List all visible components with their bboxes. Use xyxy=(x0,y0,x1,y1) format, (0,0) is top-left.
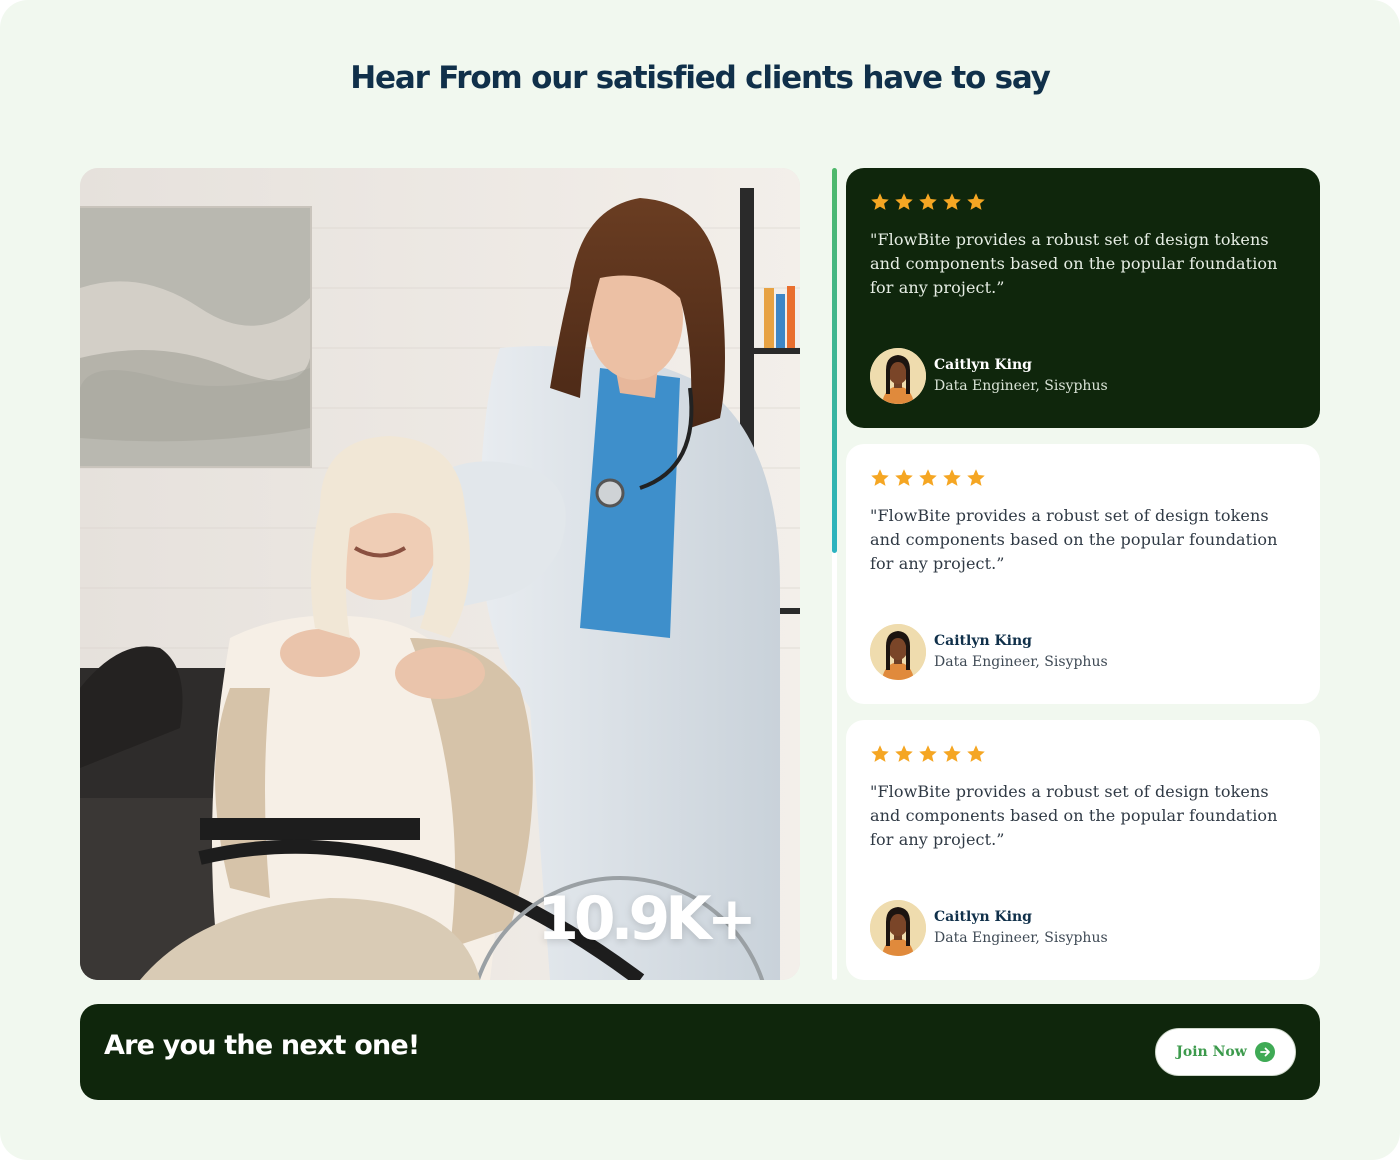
author-name: Caitlyn King xyxy=(934,357,1032,373)
arrow-right-circle-icon xyxy=(1254,1042,1275,1062)
testimonial-author: Caitlyn King Data Engineer, Sisyphus xyxy=(870,900,1108,956)
star-icon xyxy=(967,745,985,762)
star-icon xyxy=(871,745,889,762)
star-icon xyxy=(919,193,937,210)
avatar xyxy=(870,624,926,680)
cta-banner: Are you the next one! Join Now xyxy=(80,1004,1320,1100)
join-now-button[interactable]: Join Now xyxy=(1155,1028,1296,1076)
star-icon xyxy=(895,745,913,762)
caregiver-with-elderly-patient-photo xyxy=(80,168,800,980)
join-now-label: Join Now xyxy=(1176,1044,1247,1060)
author-name: Caitlyn King xyxy=(934,909,1032,925)
avatar xyxy=(870,900,926,956)
star-icon xyxy=(919,745,937,762)
clients-count-stat: 10.9K+ xyxy=(537,884,757,954)
avatar-photo-icon xyxy=(870,348,926,404)
star-icon xyxy=(895,193,913,210)
star-icon xyxy=(871,469,889,486)
star-icon xyxy=(895,469,913,486)
star-rating xyxy=(870,742,1296,766)
avatar-photo-icon xyxy=(870,900,926,956)
hero-photo: 10.9K+ xyxy=(80,168,800,980)
star-icon xyxy=(943,469,961,486)
star-rating xyxy=(870,466,1296,490)
testimonial-card: "FlowBite provides a robust set of desig… xyxy=(846,444,1320,704)
scrollbar-thumb[interactable] xyxy=(832,168,837,553)
testimonial-quote: "FlowBite provides a robust set of desig… xyxy=(870,506,1278,573)
testimonial-quote: "FlowBite provides a robust set of desig… xyxy=(870,782,1278,849)
star-icon xyxy=(967,469,985,486)
author-role: Data Engineer, Sisyphus xyxy=(934,378,1108,394)
star-icon xyxy=(943,745,961,762)
star-icon xyxy=(967,193,985,210)
cta-heading: Are you the next one! xyxy=(104,1030,420,1061)
testimonial-card: "FlowBite provides a robust set of desig… xyxy=(846,720,1320,980)
author-role: Data Engineer, Sisyphus xyxy=(934,930,1108,946)
author-name: Caitlyn King xyxy=(934,633,1032,649)
author-role: Data Engineer, Sisyphus xyxy=(934,654,1108,670)
star-rating xyxy=(870,190,1296,214)
testimonials-scrollbar[interactable] xyxy=(832,168,837,980)
star-icon xyxy=(943,193,961,210)
testimonials-section: Hear From our satisfied clients have to … xyxy=(0,0,1400,1160)
star-icon xyxy=(871,193,889,210)
avatar xyxy=(870,348,926,404)
testimonial-quote: "FlowBite provides a robust set of desig… xyxy=(870,230,1278,297)
star-icon xyxy=(919,469,937,486)
testimonial-author: Caitlyn King Data Engineer, Sisyphus xyxy=(870,624,1108,680)
section-title: Hear From our satisfied clients have to … xyxy=(350,60,1051,96)
avatar-photo-icon xyxy=(870,624,926,680)
testimonial-author: Caitlyn King Data Engineer, Sisyphus xyxy=(870,348,1108,404)
testimonial-card: "FlowBite provides a robust set of desig… xyxy=(846,168,1320,428)
